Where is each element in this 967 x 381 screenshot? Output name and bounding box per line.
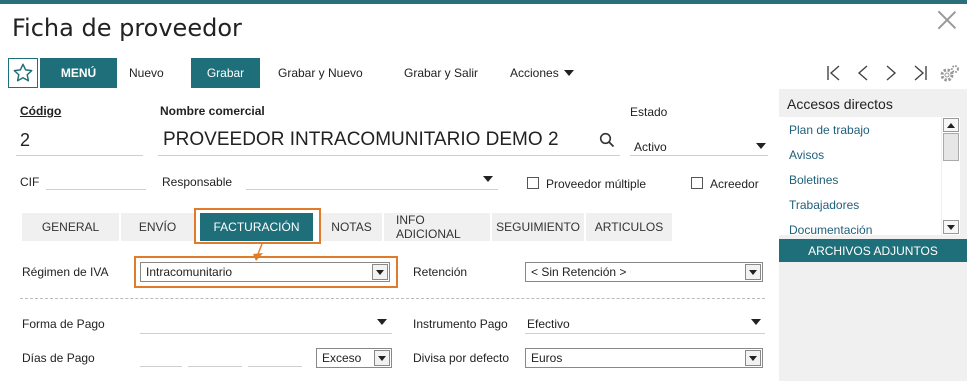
codigo-label: Código	[20, 104, 62, 118]
grabar-button[interactable]: Grabar	[191, 58, 260, 88]
scroll-down-icon[interactable]	[943, 220, 959, 234]
estado-select[interactable]: Activo	[630, 135, 768, 155]
regimen-iva-label: Régimen de IVA	[22, 265, 109, 279]
caret-down-icon	[483, 176, 493, 182]
favorite-star-icon[interactable]	[8, 58, 38, 88]
instrumento-underline	[525, 333, 765, 334]
accesos-directos-title: Accesos directos	[787, 96, 893, 112]
scroll-thumb[interactable]	[943, 133, 959, 161]
tab-notas[interactable]: NOTAS	[321, 213, 384, 241]
accesos-directos-panel: Accesos directos Plan de trabajo Avisos …	[779, 89, 967, 381]
responsable-select[interactable]	[246, 171, 498, 189]
responsable-label: Responsable	[162, 175, 233, 189]
forma-pago-select[interactable]	[140, 313, 392, 333]
shortcut-documentacion[interactable]: Documentación	[789, 223, 872, 237]
nombre-underline	[158, 155, 620, 156]
shortcut-avisos[interactable]: Avisos	[789, 148, 824, 162]
toolbar: MENÚ Nuevo Grabar Grabar y Nuevo Grabar …	[8, 58, 966, 88]
archivos-adjuntos-button[interactable]: ARCHIVOS ADJUNTOS	[779, 239, 967, 262]
forma-pago-underline	[140, 333, 392, 334]
nombre-comercial-label: Nombre comercial	[160, 104, 265, 118]
codigo-field[interactable]: 2	[20, 130, 30, 151]
instrumento-pago-select[interactable]: Efectivo	[525, 313, 765, 333]
forma-pago-label: Forma de Pago	[22, 317, 105, 331]
tab-general[interactable]: GENERAL	[22, 213, 121, 241]
instrumento-pago-value: Efectivo	[527, 317, 570, 331]
section-divider	[20, 298, 765, 299]
window-top-border	[0, 0, 967, 4]
regimen-iva-value: Intracomunitario	[146, 265, 233, 279]
nombre-comercial-field[interactable]: PROVEEDOR INTRACOMUNITARIO DEMO 2	[163, 129, 559, 151]
estado-underline	[630, 155, 768, 156]
shortcut-plan-trabajo[interactable]: Plan de trabajo	[789, 123, 870, 137]
instrumento-pago-label: Instrumento Pago	[413, 317, 508, 331]
tab-highlight-box	[194, 208, 321, 244]
acciones-menu[interactable]: Acciones	[510, 58, 574, 88]
proveedor-multiple-checkbox[interactable]	[527, 177, 539, 189]
caret-down-icon	[563, 70, 574, 76]
shortcut-trabajadores[interactable]: Trabajadores	[789, 198, 859, 212]
acreedor-label: Acreedor	[710, 177, 759, 191]
form-area: Código 2 Nombre comercial PROVEEDOR INTR…	[0, 91, 778, 381]
shortcuts-scrollbar[interactable]	[942, 117, 960, 235]
exceso-value: Exceso	[322, 351, 362, 365]
retencion-value: < Sin Retención >	[531, 265, 627, 279]
first-record-icon[interactable]	[826, 64, 842, 82]
window-title: Ficha de proveedor	[12, 14, 242, 42]
last-record-icon[interactable]	[912, 64, 928, 82]
estado-label: Estado	[630, 105, 668, 119]
nuevo-button[interactable]: Nuevo	[129, 58, 164, 88]
tab-info-adicional[interactable]: INFO ADICIONAL	[384, 213, 492, 241]
dia-pago-3-field[interactable]	[248, 349, 302, 367]
cif-field[interactable]	[46, 171, 146, 189]
close-icon[interactable]	[937, 10, 957, 30]
shortcut-boletines[interactable]: Boletines	[789, 173, 838, 187]
divisa-label: Divisa por defecto	[413, 351, 510, 365]
tab-bar: GENERAL ENVÍO FACTURACIÓN NOTAS INFO ADI…	[22, 213, 674, 241]
codigo-underline	[16, 155, 143, 156]
acreedor-checkbox[interactable]	[691, 177, 703, 189]
divisa-select[interactable]: Euros	[525, 348, 763, 368]
caret-down-icon	[751, 319, 761, 325]
dropdown-arrow-icon	[372, 264, 388, 280]
caret-down-icon	[756, 143, 766, 149]
next-record-icon[interactable]	[884, 64, 898, 82]
divisa-value: Euros	[531, 351, 563, 365]
cif-underline	[46, 189, 146, 190]
retencion-label: Retención	[413, 265, 468, 279]
caret-down-icon	[377, 319, 387, 325]
dropdown-arrow-icon	[745, 350, 761, 366]
dias-pago-label: Días de Pago	[22, 351, 95, 365]
grabar-salir-button[interactable]: Grabar y Salir	[404, 58, 478, 88]
shortcuts-list: Plan de trabajo Avisos Boletines Trabaja…	[779, 117, 941, 237]
acciones-label: Acciones	[510, 66, 559, 80]
search-icon[interactable]	[599, 132, 615, 151]
previous-record-icon[interactable]	[856, 64, 870, 82]
regimen-iva-select[interactable]: Intracomunitario	[140, 262, 390, 282]
cif-label: CIF	[20, 175, 40, 189]
proveedor-multiple-label: Proveedor múltiple	[546, 177, 647, 191]
scroll-up-icon[interactable]	[943, 118, 959, 132]
dropdown-arrow-icon	[374, 350, 390, 366]
grabar-nuevo-button[interactable]: Grabar y Nuevo	[278, 58, 363, 88]
gear-icon[interactable]	[938, 64, 960, 87]
dia-pago-1-field[interactable]	[140, 349, 182, 367]
exceso-select[interactable]: Exceso	[316, 348, 392, 368]
tab-envio[interactable]: ENVÍO	[121, 213, 196, 241]
record-navigation	[826, 64, 928, 82]
estado-value: Activo	[634, 140, 667, 154]
retencion-select[interactable]: < Sin Retención >	[525, 262, 763, 282]
dropdown-arrow-icon	[745, 264, 761, 280]
menu-button[interactable]: MENÚ	[40, 58, 117, 88]
dia-pago-2-field[interactable]	[188, 349, 242, 367]
responsable-underline	[246, 189, 498, 190]
tab-articulos[interactable]: ARTICULOS	[586, 213, 674, 241]
tab-seguimiento[interactable]: SEGUIMIENTO	[492, 213, 586, 241]
